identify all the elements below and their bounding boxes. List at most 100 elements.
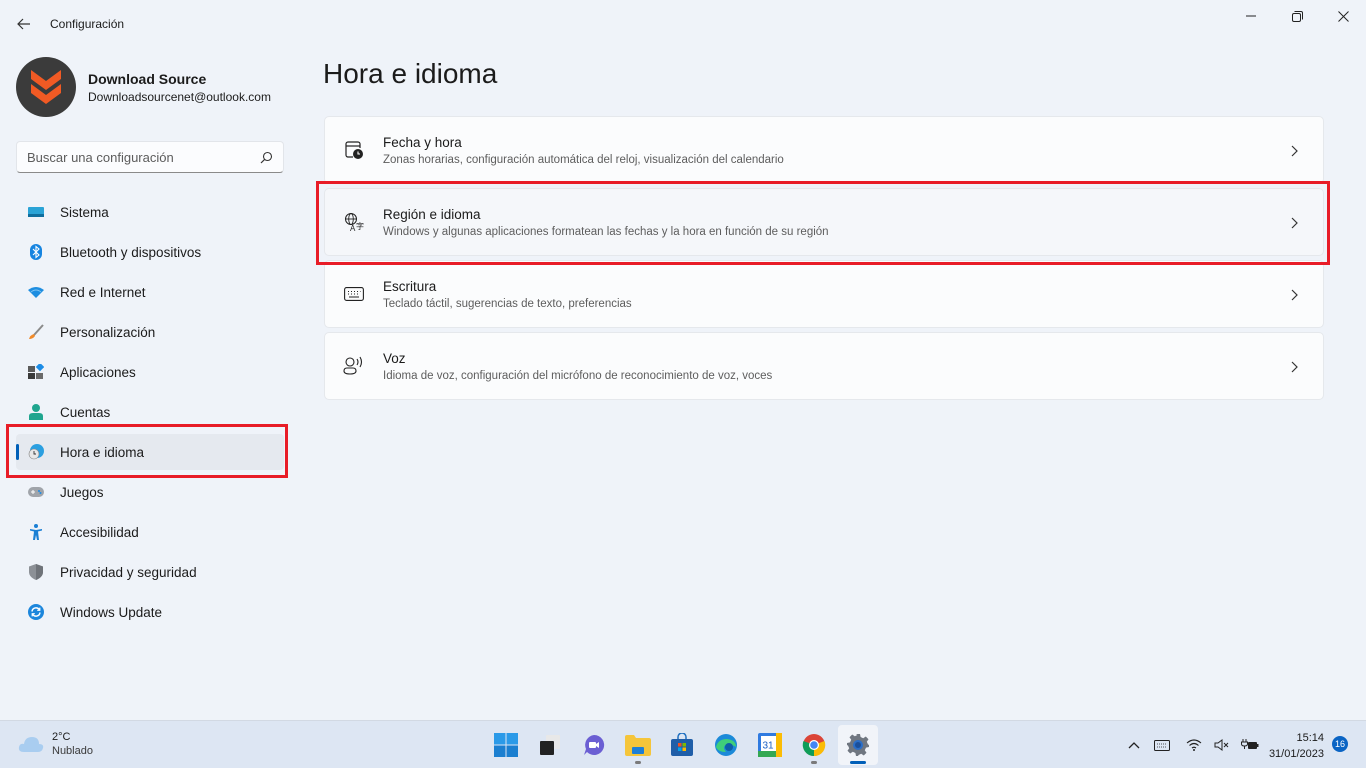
keyboard-icon <box>1154 739 1170 751</box>
close-icon <box>1337 10 1349 22</box>
maximize-button[interactable] <box>1274 0 1320 32</box>
brush-icon <box>28 324 44 340</box>
sidebar-item-label: Personalización <box>60 324 156 340</box>
download-source-logo-icon <box>31 70 61 104</box>
store-icon <box>671 733 693 756</box>
card-title: Escritura <box>383 278 437 294</box>
sidebar-item-privacidad[interactable]: Privacidad y seguridad <box>16 554 284 590</box>
taskbar-calendar[interactable]: 31 <box>750 725 790 765</box>
running-indicator <box>811 761 817 764</box>
calendar-day: 31 <box>763 741 775 752</box>
search-icon[interactable] <box>259 150 273 164</box>
taskbar-store[interactable] <box>662 725 702 765</box>
weather-temp: 2°C <box>52 731 71 743</box>
battery-button[interactable] <box>1238 733 1262 757</box>
sidebar-item-label: Red e Internet <box>60 284 146 300</box>
card-title: Voz <box>383 350 406 366</box>
speech-icon <box>343 355 365 377</box>
arrow-left-icon <box>17 18 30 30</box>
wifi-icon <box>28 284 44 300</box>
page-title: Hora e idioma <box>323 58 498 89</box>
system-tray <box>1122 721 1266 768</box>
sidebar-item-label: Cuentas <box>60 404 111 420</box>
edge-icon <box>715 734 737 756</box>
windows-logo-icon <box>494 733 518 757</box>
battery-charging-icon <box>1241 739 1259 749</box>
search-input[interactable] <box>27 149 259 165</box>
user-profile[interactable]: Download Source Downloadsourcenet@outloo… <box>16 57 271 117</box>
sidebar-item-accesibilidad[interactable]: Accesibilidad <box>16 514 284 550</box>
minimize-icon <box>1246 15 1256 17</box>
close-button[interactable] <box>1320 0 1366 32</box>
card-voz[interactable]: Voz Idioma de voz, configuración del mic… <box>324 332 1324 400</box>
gamepad-icon <box>28 484 44 500</box>
chevron-right-icon <box>1287 285 1303 305</box>
volume-muted-icon <box>1214 739 1229 751</box>
taskbar-edge[interactable] <box>706 725 746 765</box>
avatar <box>16 57 76 117</box>
highlight-annotation <box>316 181 1330 265</box>
sidebar-item-label: Aplicaciones <box>60 364 136 380</box>
sidebar-item-bluetooth[interactable]: Bluetooth y dispositivos <box>16 234 284 270</box>
restore-icon <box>1291 10 1303 22</box>
card-subtitle: Idioma de voz, configuración del micrófo… <box>383 369 773 382</box>
taskbar-start[interactable] <box>486 725 526 765</box>
profile-name: Download Source <box>88 70 207 87</box>
sidebar-item-label: Sistema <box>60 204 109 220</box>
weather-widget[interactable]: 2°C Nublado <box>18 731 93 757</box>
apps-icon <box>28 364 44 380</box>
card-subtitle: Teclado táctil, sugerencias de texto, pr… <box>383 297 632 310</box>
back-button[interactable] <box>12 12 36 36</box>
card-fecha-hora[interactable]: Fecha y hora Zonas horarias, configuraci… <box>324 116 1324 184</box>
card-title: Fecha y hora <box>383 134 462 150</box>
app-title: Configuración <box>50 17 125 31</box>
sidebar-item-windows-update[interactable]: Windows Update <box>16 594 284 630</box>
sidebar-item-aplicaciones[interactable]: Aplicaciones <box>16 354 284 390</box>
sidebar-item-red[interactable]: Red e Internet <box>16 274 284 310</box>
system-icon <box>28 204 44 220</box>
sidebar-item-juegos[interactable]: Juegos <box>16 474 284 510</box>
taskbar: 2°C Nublado 31 15:14 31/01/2023 16 <box>0 720 1366 768</box>
taskbar-apps: 31 <box>486 725 882 765</box>
calendar-icon: 31 <box>758 733 782 757</box>
clock[interactable]: 15:14 31/01/2023 <box>1269 730 1324 762</box>
chevron-up-icon <box>1128 742 1140 749</box>
sidebar-item-personalizacion[interactable]: Personalización <box>16 314 284 350</box>
profile-email: Downloadsourcenet@outlook.com <box>88 89 271 104</box>
search-box[interactable] <box>16 141 284 173</box>
show-hidden-icons-button[interactable] <box>1122 733 1146 757</box>
wifi-button[interactable] <box>1182 733 1206 757</box>
shield-icon <box>28 564 44 580</box>
sidebar-item-sistema[interactable]: Sistema <box>16 194 284 230</box>
wifi-icon <box>1186 739 1202 751</box>
sidebar-item-label: Bluetooth y dispositivos <box>60 244 202 260</box>
keyboard-icon <box>343 283 365 305</box>
update-icon <box>28 604 44 620</box>
task-view-icon <box>540 735 560 755</box>
taskbar-settings[interactable] <box>838 725 878 765</box>
chrome-icon <box>802 734 826 757</box>
title-bar: Configuración <box>0 0 1366 48</box>
touch-keyboard-button[interactable] <box>1150 733 1174 757</box>
chat-icon <box>584 734 605 755</box>
accounts-icon <box>28 404 44 420</box>
taskbar-chrome[interactable] <box>794 725 834 765</box>
taskbar-chat[interactable] <box>574 725 614 765</box>
taskbar-file-explorer[interactable] <box>618 725 658 765</box>
settings-gear-icon <box>847 734 869 756</box>
cloud-icon <box>18 737 44 752</box>
sidebar-item-label: Juegos <box>60 484 104 500</box>
bluetooth-icon <box>28 244 44 260</box>
weather-desc: Nublado <box>52 745 93 757</box>
sidebar-item-label: Privacidad y seguridad <box>60 564 197 580</box>
taskbar-task-view[interactable] <box>530 725 570 765</box>
notification-badge[interactable]: 16 <box>1332 736 1348 752</box>
accessibility-icon <box>28 524 44 540</box>
sidebar-item-label: Accesibilidad <box>60 524 139 540</box>
card-escritura[interactable]: Escritura Teclado táctil, sugerencias de… <box>324 260 1324 328</box>
highlight-annotation <box>6 424 288 478</box>
sidebar-item-label: Windows Update <box>60 604 163 620</box>
volume-button[interactable] <box>1210 733 1234 757</box>
chevron-right-icon <box>1287 357 1303 377</box>
minimize-button[interactable] <box>1228 0 1274 32</box>
